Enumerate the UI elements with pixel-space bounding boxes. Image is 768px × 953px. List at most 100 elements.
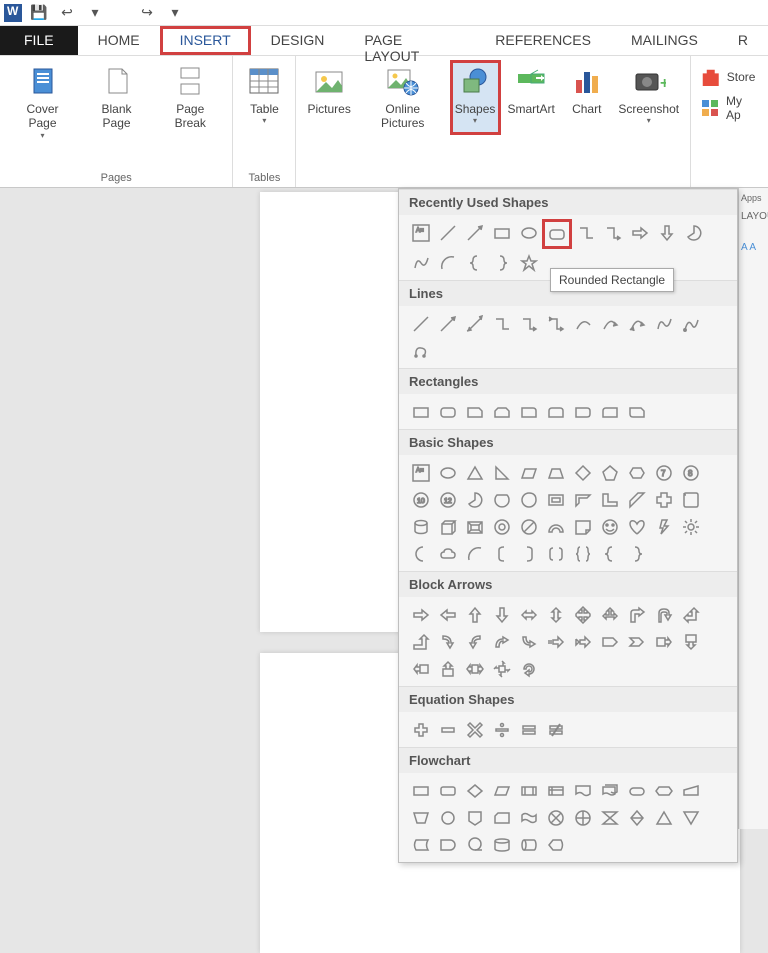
line-8[interactable] [596, 310, 623, 337]
basic-folded-corner[interactable] [569, 513, 596, 540]
store-button[interactable]: Store [701, 68, 758, 86]
fc-predef[interactable] [515, 777, 542, 804]
fc-decision[interactable] [461, 777, 488, 804]
arrow-circular[interactable] [515, 655, 542, 682]
eq-divide[interactable] [488, 716, 515, 743]
rect-7[interactable] [569, 398, 596, 425]
basic-right-bracket[interactable] [515, 540, 542, 567]
rect-4[interactable] [488, 398, 515, 425]
tab-home[interactable]: HOME [78, 26, 160, 55]
page-break-button[interactable]: Page Break [154, 60, 226, 144]
basic-decagon[interactable]: 10 [407, 486, 434, 513]
fc-document[interactable] [569, 777, 596, 804]
basic-oval[interactable] [434, 459, 461, 486]
fc-stored[interactable] [407, 831, 434, 858]
basic-cube[interactable] [434, 513, 461, 540]
fc-tape[interactable] [515, 804, 542, 831]
basic-triangle[interactable] [461, 459, 488, 486]
arrow-notched-right[interactable] [569, 628, 596, 655]
line-6[interactable] [542, 310, 569, 337]
arrow-pentagon[interactable] [596, 628, 623, 655]
my-apps-button[interactable]: My Ap [701, 94, 758, 122]
basic-diag-stripe[interactable] [623, 486, 650, 513]
smartart-button[interactable]: SmartArt [503, 60, 560, 135]
fc-sum[interactable] [542, 804, 569, 831]
fc-process[interactable] [407, 777, 434, 804]
shape-textbox[interactable]: A≡ [407, 219, 434, 246]
line-5[interactable] [515, 310, 542, 337]
line-11[interactable] [677, 310, 704, 337]
arrow-leftup[interactable] [677, 601, 704, 628]
shape-down-arrow[interactable] [653, 219, 680, 246]
fc-or[interactable] [569, 804, 596, 831]
basic-smiley[interactable] [596, 513, 623, 540]
cover-page-button[interactable]: Cover Page [6, 60, 79, 144]
fc-data[interactable] [488, 777, 515, 804]
fc-prep[interactable] [650, 777, 677, 804]
shape-star[interactable] [515, 249, 542, 276]
qat-customize-button[interactable]: ▾ [164, 2, 186, 24]
arrow-up-callout[interactable] [434, 655, 461, 682]
redo-button[interactable]: ↪ [136, 2, 158, 24]
basic-no-symbol[interactable] [515, 513, 542, 540]
line-10[interactable] [650, 310, 677, 337]
tab-insert[interactable]: INSERT [160, 26, 251, 55]
rect-5[interactable] [515, 398, 542, 425]
line-9[interactable] [623, 310, 650, 337]
fc-alt-process[interactable] [434, 777, 461, 804]
tab-pagelayout[interactable]: PAGE LAYOUT [344, 26, 475, 55]
basic-parallelogram[interactable] [515, 459, 542, 486]
basic-half-frame[interactable] [569, 486, 596, 513]
online-pictures-button[interactable]: Online Pictures [358, 60, 448, 135]
undo-button[interactable]: ↩ [56, 2, 78, 24]
fc-delay[interactable] [434, 831, 461, 858]
fc-sort[interactable] [623, 804, 650, 831]
arrow-bent[interactable] [623, 601, 650, 628]
arrow-curved-down[interactable] [515, 628, 542, 655]
arrow-quad[interactable] [569, 601, 596, 628]
undo-more-button[interactable]: ▾ [84, 2, 106, 24]
fc-extract[interactable] [650, 804, 677, 831]
shape-oval[interactable] [515, 219, 542, 246]
line-3[interactable] [461, 310, 488, 337]
arrow-curved-up[interactable] [488, 628, 515, 655]
tab-mailings[interactable]: MAILINGS [611, 26, 718, 55]
fc-display[interactable] [542, 831, 569, 858]
table-button[interactable]: Table [239, 60, 289, 130]
arrow-quad-callout[interactable] [488, 655, 515, 682]
shape-right-arrow[interactable] [626, 219, 653, 246]
fc-manual-op[interactable] [407, 804, 434, 831]
fc-connector[interactable] [434, 804, 461, 831]
shape-arrow-line[interactable] [461, 219, 488, 246]
fc-offpage[interactable] [461, 804, 488, 831]
arrow-updown[interactable] [542, 601, 569, 628]
fc-manual-input[interactable] [677, 777, 704, 804]
arrow-left-callout[interactable] [407, 655, 434, 682]
rect-1[interactable] [407, 398, 434, 425]
arrow-leftright[interactable] [515, 601, 542, 628]
fc-seq-access[interactable] [461, 831, 488, 858]
basic-pie[interactable] [461, 486, 488, 513]
fc-internal[interactable] [542, 777, 569, 804]
screenshot-button[interactable]: + Screenshot [614, 60, 684, 135]
shape-rounded-rectangle[interactable] [542, 219, 572, 249]
basic-textbox[interactable]: A≡ [407, 459, 434, 486]
basic-heptagon[interactable]: 7 [650, 459, 677, 486]
shape-freeform[interactable] [407, 249, 434, 276]
tab-review[interactable]: R [718, 26, 768, 55]
arrow-left[interactable] [434, 601, 461, 628]
basic-lshape[interactable] [596, 486, 623, 513]
basic-cross[interactable] [650, 486, 677, 513]
rect-8[interactable] [596, 398, 623, 425]
basic-right-brace2[interactable] [623, 540, 650, 567]
fc-multidoc[interactable] [596, 777, 623, 804]
basic-octagon[interactable]: 8 [677, 459, 704, 486]
basic-plaque[interactable] [677, 486, 704, 513]
shape-right-brace[interactable] [488, 249, 515, 276]
basic-block-arc[interactable] [542, 513, 569, 540]
shape-line[interactable] [434, 219, 461, 246]
arrow-chevron[interactable] [623, 628, 650, 655]
shape-connector-elbow[interactable] [572, 219, 599, 246]
basic-pentagon[interactable] [596, 459, 623, 486]
eq-plus[interactable] [407, 716, 434, 743]
